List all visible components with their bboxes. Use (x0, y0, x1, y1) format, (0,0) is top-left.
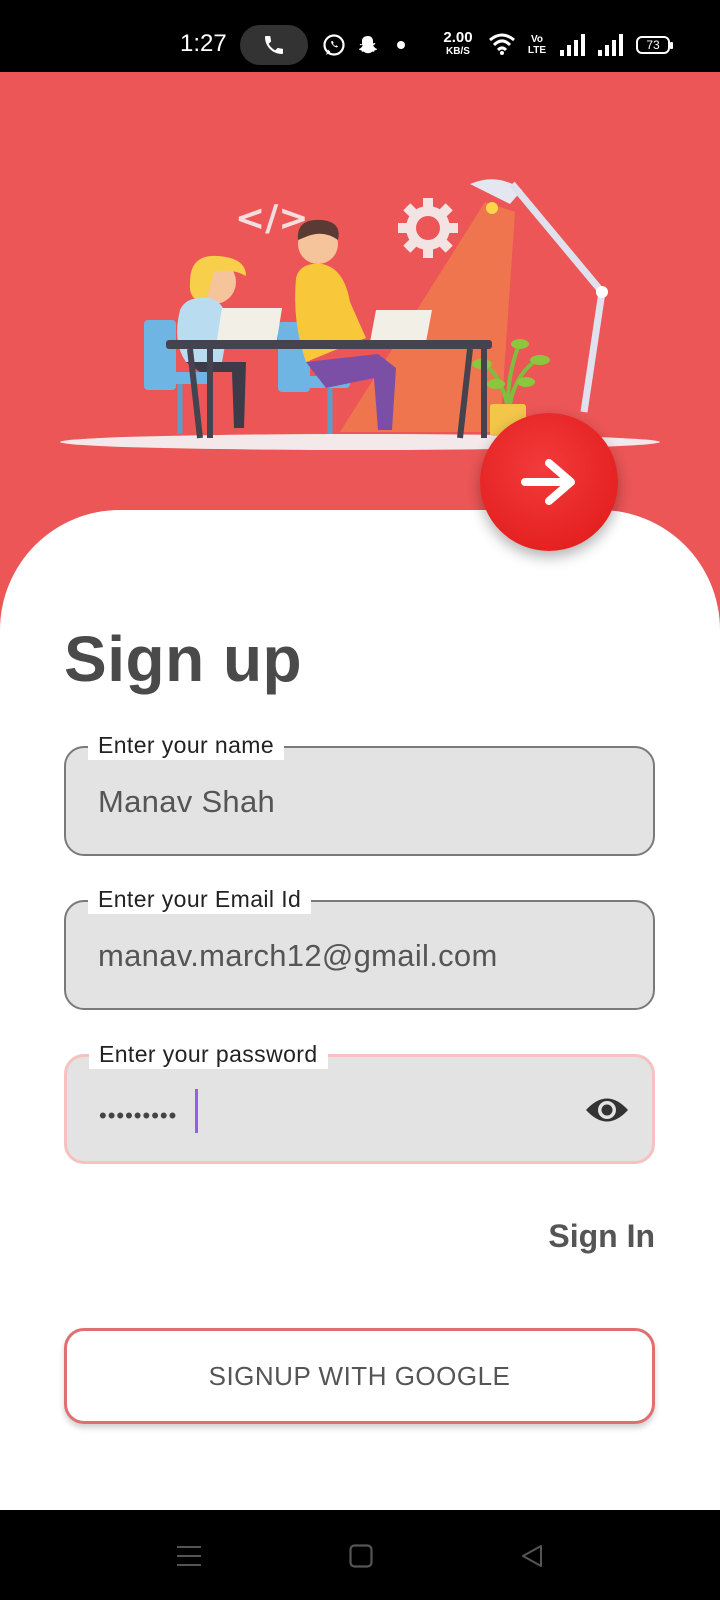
email-field-value[interactable]: manav.march12@gmail.com (98, 938, 498, 974)
text-cursor (195, 1089, 198, 1133)
svg-text:</>: </> (235, 198, 308, 239)
signup-screen: 1:27 2.00 KB/S Vo LTE 73 </> Sign up Ent… (0, 0, 720, 1600)
sign-in-link[interactable]: Sign In (548, 1218, 655, 1255)
status-bar: 1:27 2.00 KB/S Vo LTE 73 (0, 0, 720, 72)
two-developers-at-desk-illustration: </> (60, 179, 660, 450)
whatsapp-icon (323, 34, 345, 56)
battery-indicator: 73 (636, 36, 673, 54)
snapchat-icon (359, 36, 377, 54)
password-field-value[interactable]: ••••••••• (99, 1103, 177, 1129)
name-field-label: Enter your name (88, 730, 285, 760)
ongoing-call-pill[interactable] (240, 25, 308, 65)
email-field-label: Enter your Email Id (88, 884, 312, 914)
volte-indicator: Vo LTE (527, 34, 547, 56)
menu-icon[interactable] (176, 1544, 202, 1568)
status-time: 1:27 (180, 30, 227, 57)
signal-icon (560, 34, 585, 56)
arrow-right-icon (521, 459, 575, 505)
home-icon[interactable] (349, 1544, 373, 1568)
navigation-bar (0, 1510, 720, 1600)
page-title: Sign up (64, 623, 303, 695)
name-field-value[interactable]: Manav Shah (98, 784, 275, 820)
password-field[interactable]: Enter your password ••••••••• (64, 1039, 655, 1164)
name-field[interactable]: Enter your name Manav Shah (64, 730, 655, 856)
password-field-label: Enter your password (89, 1039, 328, 1069)
wifi-icon (489, 33, 515, 55)
email-field[interactable]: Enter your Email Id manav.march12@gmail.… (64, 884, 655, 1010)
net-speed-unit: KB/S (446, 46, 470, 57)
net-speed-value: 2.00 (443, 29, 473, 46)
signup-with-google-button[interactable]: SIGNUP WITH GOOGLE (64, 1328, 655, 1424)
signal-icon (598, 34, 623, 56)
phone-icon (265, 36, 283, 54)
back-icon[interactable] (520, 1544, 544, 1568)
dot-icon (397, 41, 405, 49)
signup-with-google-label: SIGNUP WITH GOOGLE (208, 1360, 511, 1391)
net-speed: 2.00 KB/S (440, 29, 476, 59)
eye-icon[interactable] (584, 1095, 630, 1125)
next-button[interactable] (480, 413, 618, 551)
